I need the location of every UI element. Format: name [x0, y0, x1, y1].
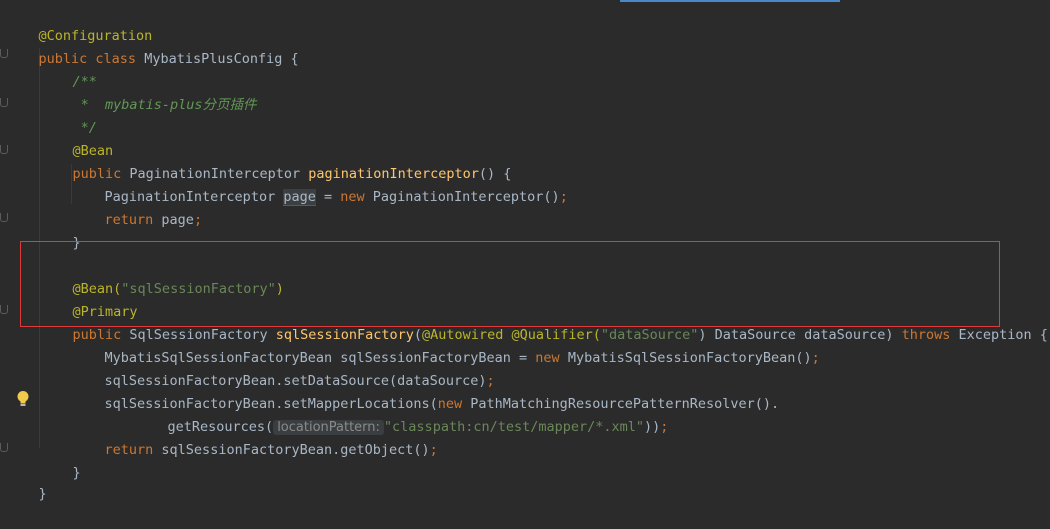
operator: =	[315, 189, 341, 205]
code-line[interactable]: PaginationInterceptor page = new Paginat…	[72, 163, 568, 206]
semicolon: ;	[429, 442, 438, 458]
code-line[interactable]: sqlSessionFactoryBean.setDataSource(data…	[72, 347, 495, 389]
semicolon: ;	[660, 419, 669, 435]
keyword: return	[104, 442, 162, 458]
code-line[interactable]: return page;	[72, 186, 203, 228]
variable: page	[161, 212, 194, 228]
keyword: throws	[901, 327, 959, 343]
method-call: sqlSessionFactoryBean.getObject()	[161, 442, 430, 458]
lightbulb-icon[interactable]	[16, 390, 30, 408]
comment: * mybatis-plus分页插件	[72, 97, 257, 113]
semicolon: ;	[193, 212, 203, 228]
constructor-call: MybatisSqlSessionFactoryBean()	[567, 350, 812, 366]
code-editor[interactable]: @Configuration public class MybatisPlusC…	[0, 0, 1050, 502]
code-line[interactable]: MybatisSqlSessionFactoryBean sqlSessionF…	[72, 324, 820, 366]
code-line[interactable]: sqlSessionFactoryBean.setMapperLocations…	[72, 370, 780, 412]
keyword: return	[104, 212, 162, 228]
fold-marker[interactable]	[0, 305, 8, 314]
class-name: MybatisPlusConfig	[144, 51, 283, 67]
brace: {	[282, 51, 299, 67]
brace: }	[38, 486, 47, 502]
code-line[interactable]: }	[40, 209, 81, 251]
red-highlight-box	[20, 241, 1000, 327]
brace: }	[72, 465, 81, 481]
code-line[interactable]: @Configuration	[6, 2, 153, 44]
fold-marker[interactable]	[0, 213, 8, 222]
fold-marker[interactable]	[0, 443, 8, 452]
constructor-call: PaginationInterceptor()	[372, 189, 560, 205]
code-line[interactable]: }	[6, 460, 47, 502]
variable-highlight: page	[283, 189, 316, 206]
code-line[interactable]: /**	[40, 48, 97, 90]
code-line[interactable]: return sqlSessionFactoryBean.getObject()…	[72, 416, 438, 458]
keyword: new	[340, 189, 373, 205]
paren: ))	[644, 419, 661, 435]
fold-marker[interactable]	[0, 98, 8, 107]
keyword: new	[535, 350, 568, 366]
code-line[interactable]: */	[40, 94, 97, 136]
code-line[interactable]: }	[40, 439, 81, 481]
code-line[interactable]: getResources(locationPattern: "classpath:…	[135, 393, 668, 435]
active-tab-indicator	[620, 0, 840, 2]
code-line[interactable]: public class MybatisPlusConfig {	[6, 25, 299, 67]
code-line[interactable]: public PaginationInterceptor paginationI…	[40, 140, 512, 182]
code-line[interactable]: @Bean	[40, 117, 114, 159]
semicolon: ;	[559, 189, 568, 205]
fold-marker[interactable]	[0, 145, 8, 154]
code-line[interactable]: * mybatis-plus分页插件	[40, 71, 257, 113]
exception-type: Exception {	[958, 327, 1048, 343]
semicolon: ;	[811, 350, 820, 366]
